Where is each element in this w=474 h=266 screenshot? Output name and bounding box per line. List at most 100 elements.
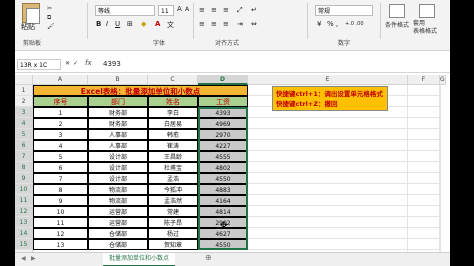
sheet-tab-active[interactable]: 批量添加单位和小数点 — [103, 253, 176, 266]
conditional-format-icon[interactable] — [389, 4, 405, 18]
font-size-select[interactable]: 11 — [158, 5, 174, 16]
table-cell[interactable]: 6 — [33, 162, 88, 173]
cell[interactable] — [248, 151, 408, 162]
table-cell[interactable]: 韩愈 — [148, 129, 198, 140]
cell[interactable] — [408, 96, 440, 107]
row-header-11[interactable]: 11 — [15, 195, 33, 206]
table-cell[interactable]: 1 — [33, 107, 88, 118]
header-cell[interactable]: 工资 — [198, 96, 248, 107]
bold-button[interactable]: B — [96, 20, 101, 28]
table-cell[interactable]: 人事部 — [88, 140, 148, 151]
name-box[interactable]: 13R x 1C — [17, 59, 61, 70]
cell[interactable] — [248, 206, 408, 217]
cancel-icon[interactable]: ✕ — [65, 60, 70, 67]
column-header-A[interactable]: A — [33, 75, 88, 85]
table-cell[interactable]: 9 — [33, 195, 88, 206]
table-cell[interactable]: 仓储部 — [88, 228, 148, 239]
cell[interactable] — [408, 151, 440, 162]
align-center-icon[interactable]: ≡ — [211, 20, 217, 28]
table-format-icon[interactable] — [419, 4, 435, 18]
cell[interactable] — [248, 140, 408, 151]
table-cell[interactable]: 设计部 — [88, 151, 148, 162]
next-sheet-icon[interactable]: ▶ — [31, 255, 36, 262]
row-header-5[interactable]: 5 — [15, 129, 33, 140]
decrease-font-icon[interactable]: A — [185, 6, 189, 13]
table-cell[interactable]: 物流部 — [88, 195, 148, 206]
underline-button[interactable]: U — [115, 20, 120, 28]
cell[interactable] — [248, 217, 408, 228]
table-cell[interactable]: 贺知章 — [148, 239, 198, 250]
table-cell[interactable]: 物流部 — [88, 184, 148, 195]
format-painter-icon[interactable]: 🖌 — [47, 23, 55, 30]
table-cell[interactable]: 财务部 — [88, 107, 148, 118]
italic-button[interactable]: I — [106, 20, 108, 28]
table-cell[interactable]: 8 — [33, 184, 88, 195]
phonetic-button[interactable]: 文 — [167, 20, 174, 30]
row-header-8[interactable]: 8 — [15, 162, 33, 173]
row-header-12[interactable]: 12 — [15, 206, 33, 217]
table-cell[interactable]: 人事部 — [88, 129, 148, 140]
cell[interactable] — [408, 239, 440, 250]
row-header-1[interactable]: 1 — [15, 85, 33, 96]
table-cell[interactable]: 孟浩然 — [148, 195, 198, 206]
row-header-2[interactable]: 2 — [15, 96, 33, 107]
cell[interactable] — [440, 206, 441, 217]
align-top-icon[interactable]: ≡ — [199, 6, 205, 14]
table-cell[interactable]: 5 — [33, 151, 88, 162]
align-right-icon[interactable]: ≡ — [223, 20, 229, 28]
column-header-F[interactable]: F — [408, 75, 440, 85]
fill-color-icon[interactable]: ◆ — [141, 20, 146, 28]
table-cell[interactable]: 13 — [33, 239, 88, 250]
table-cell[interactable]: 4 — [33, 140, 88, 151]
percent-comma-buttons[interactable]: % , — [327, 20, 338, 28]
table-format-label[interactable]: 套用 表格格式 — [413, 20, 449, 36]
cell[interactable] — [440, 140, 441, 151]
row-header-3[interactable]: 3 — [15, 107, 33, 118]
cell[interactable] — [248, 195, 408, 206]
cell[interactable] — [248, 118, 408, 129]
conditional-format-label[interactable]: 条件格式 — [385, 20, 409, 29]
cell[interactable] — [408, 162, 440, 173]
table-cell[interactable]: 陈子昂 — [148, 217, 198, 228]
table-cell[interactable]: 11 — [33, 217, 88, 228]
table-cell[interactable]: 杜甫宝 — [148, 162, 198, 173]
table-cell[interactable]: 王昌龄 — [148, 151, 198, 162]
confirm-icon[interactable]: ✓ — [73, 60, 78, 67]
paste-button[interactable]: 粘贴 — [17, 2, 43, 32]
table-cell[interactable]: 杨过 — [148, 228, 198, 239]
decimal-buttons[interactable]: +.0 .00 — [345, 21, 364, 27]
table-cell[interactable]: 运营部 — [88, 206, 148, 217]
align-middle-icon[interactable]: ≡ — [211, 6, 217, 14]
cell[interactable] — [408, 118, 440, 129]
table-cell[interactable]: 今狐冲 — [148, 184, 198, 195]
select-all-corner[interactable] — [15, 75, 33, 85]
table-cell[interactable]: 孟浩 — [148, 173, 198, 184]
row-header-7[interactable]: 7 — [15, 151, 33, 162]
table-cell[interactable]: 2 — [33, 118, 88, 129]
prev-sheet-icon[interactable]: ◀ — [21, 255, 26, 262]
cell[interactable] — [408, 206, 440, 217]
cell[interactable] — [408, 129, 440, 140]
cell[interactable] — [408, 107, 440, 118]
indent-icon[interactable]: ⇥ — [237, 20, 243, 28]
wrap-text-icon[interactable]: ↵ — [251, 6, 257, 14]
cell[interactable] — [248, 129, 408, 140]
column-header-E[interactable]: E — [248, 75, 408, 85]
formula-value[interactable]: 4393 — [103, 60, 121, 68]
table-cell[interactable]: 常建 — [148, 206, 198, 217]
row-header-10[interactable]: 10 — [15, 184, 33, 195]
merge-center-icon[interactable]: ⇔ — [251, 20, 257, 28]
cell[interactable] — [440, 184, 441, 195]
cell[interactable] — [248, 184, 408, 195]
table-cell[interactable]: 财务部 — [88, 118, 148, 129]
cell[interactable] — [408, 173, 440, 184]
row-header-6[interactable]: 6 — [15, 140, 33, 151]
cell[interactable] — [408, 217, 440, 228]
cell[interactable] — [440, 239, 441, 250]
cell[interactable] — [440, 162, 441, 173]
cell[interactable] — [248, 162, 408, 173]
row-header-13[interactable]: 13 — [15, 217, 33, 228]
table-cell[interactable]: 10 — [33, 206, 88, 217]
cell[interactable] — [408, 140, 440, 151]
cell[interactable] — [408, 85, 440, 96]
